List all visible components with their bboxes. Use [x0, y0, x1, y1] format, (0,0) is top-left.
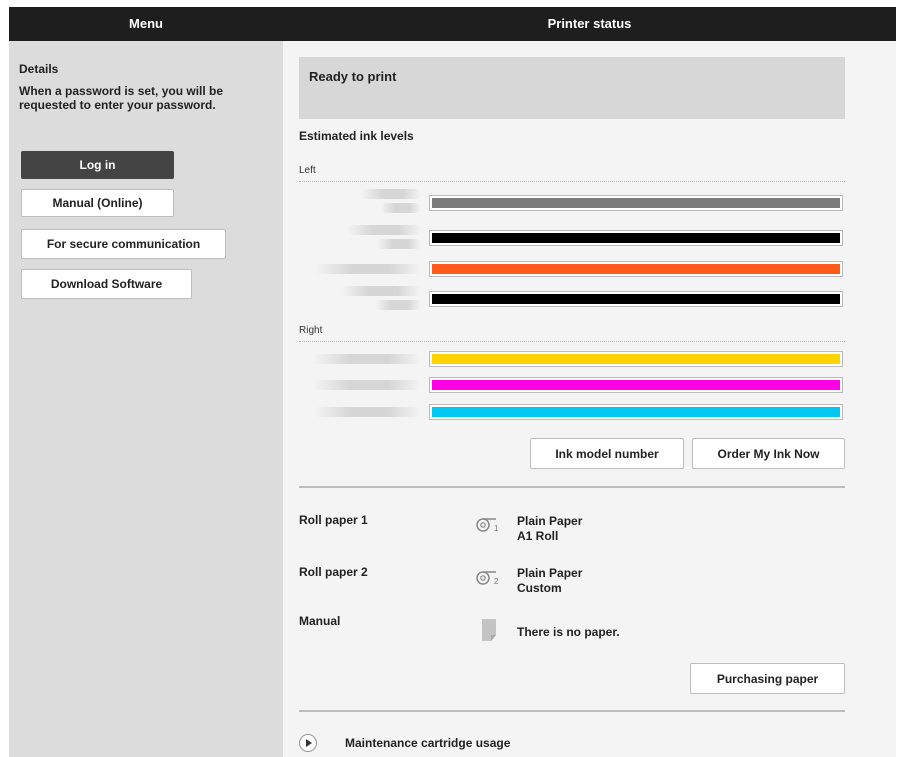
purchasing-paper-button[interactable]: Purchasing paper [690, 663, 845, 694]
printer-status-title: Printer status [547, 16, 632, 31]
ink-fill-left-3 [432, 264, 840, 274]
paper-separator [299, 486, 845, 488]
secure-communication-button[interactable]: For secure communication [21, 229, 226, 259]
ink-name-placeholder [313, 407, 421, 417]
ink-name-placeholder [313, 354, 421, 364]
details-heading: Details [19, 62, 59, 76]
ink-name-placeholder [315, 264, 421, 274]
ink-name-placeholder [377, 239, 421, 249]
roll-paper-2-size: Custom [517, 581, 562, 595]
sheet-paper-icon [482, 619, 496, 641]
manual-paper-status: There is no paper. [517, 625, 620, 639]
expand-play-icon[interactable] [299, 734, 317, 752]
manual-online-button[interactable]: Manual (Online) [21, 189, 174, 217]
ink-fill-left-2 [432, 233, 840, 243]
roll-paper-2-icon: 2 [476, 571, 499, 586]
manual-feed-label: Manual [299, 614, 341, 628]
ink-bar-left-3 [429, 261, 843, 277]
ink-fill-left-4 [432, 294, 840, 304]
left-divider [299, 181, 845, 182]
login-button[interactable]: Log in [21, 151, 174, 179]
roll-paper-1-size: A1 Roll [517, 529, 559, 543]
order-ink-button[interactable]: Order My Ink Now [692, 438, 845, 469]
ink-fill-right-1 [432, 354, 840, 364]
status-pane: Ready to print Estimated ink levels Left… [283, 41, 896, 757]
svg-text:1: 1 [494, 524, 499, 533]
roll-paper-2-label: Roll paper 2 [299, 565, 368, 579]
ink-bar-right-1 [429, 351, 843, 367]
status-message: Ready to print [309, 69, 397, 84]
ink-model-number-button[interactable]: Ink model number [530, 438, 684, 469]
right-divider [299, 341, 845, 342]
ink-levels-heading: Estimated ink levels [299, 129, 414, 143]
left-ink-label: Left [299, 165, 316, 176]
svg-text:2: 2 [494, 577, 499, 586]
ink-bar-left-4 [429, 291, 843, 307]
roll-paper-1-type: Plain Paper [517, 514, 583, 528]
ink-name-placeholder [313, 380, 421, 390]
ink-fill-left-1 [432, 198, 840, 208]
status-message-box: Ready to print [299, 57, 845, 119]
download-software-button[interactable]: Download Software [21, 269, 192, 299]
details-text: When a password is set, you will be requ… [19, 84, 224, 112]
ink-bar-right-2 [429, 377, 843, 393]
maintenance-cartridge-label: Maintenance cartridge usage [345, 736, 511, 750]
ink-fill-right-3 [432, 407, 840, 417]
right-ink-label: Right [299, 325, 323, 336]
ink-name-placeholder [341, 286, 421, 296]
ink-name-placeholder [375, 300, 421, 310]
maintenance-separator [299, 710, 845, 712]
ink-bar-left-2 [429, 230, 843, 246]
ink-fill-right-2 [432, 380, 840, 390]
ink-name-placeholder [381, 203, 421, 213]
roll-paper-1-icon: 1 [476, 518, 499, 533]
top-bar: Menu Printer status [9, 7, 896, 41]
ink-name-placeholder [347, 225, 421, 235]
ink-name-placeholder [361, 189, 421, 199]
ink-bar-left-1 [429, 195, 843, 211]
roll-paper-1-label: Roll paper 1 [299, 513, 368, 527]
roll-paper-2-type: Plain Paper [517, 566, 583, 580]
menu-title: Menu [129, 16, 163, 31]
sidebar: Details When a password is set, you will… [9, 41, 283, 757]
ink-bar-right-3 [429, 404, 843, 420]
